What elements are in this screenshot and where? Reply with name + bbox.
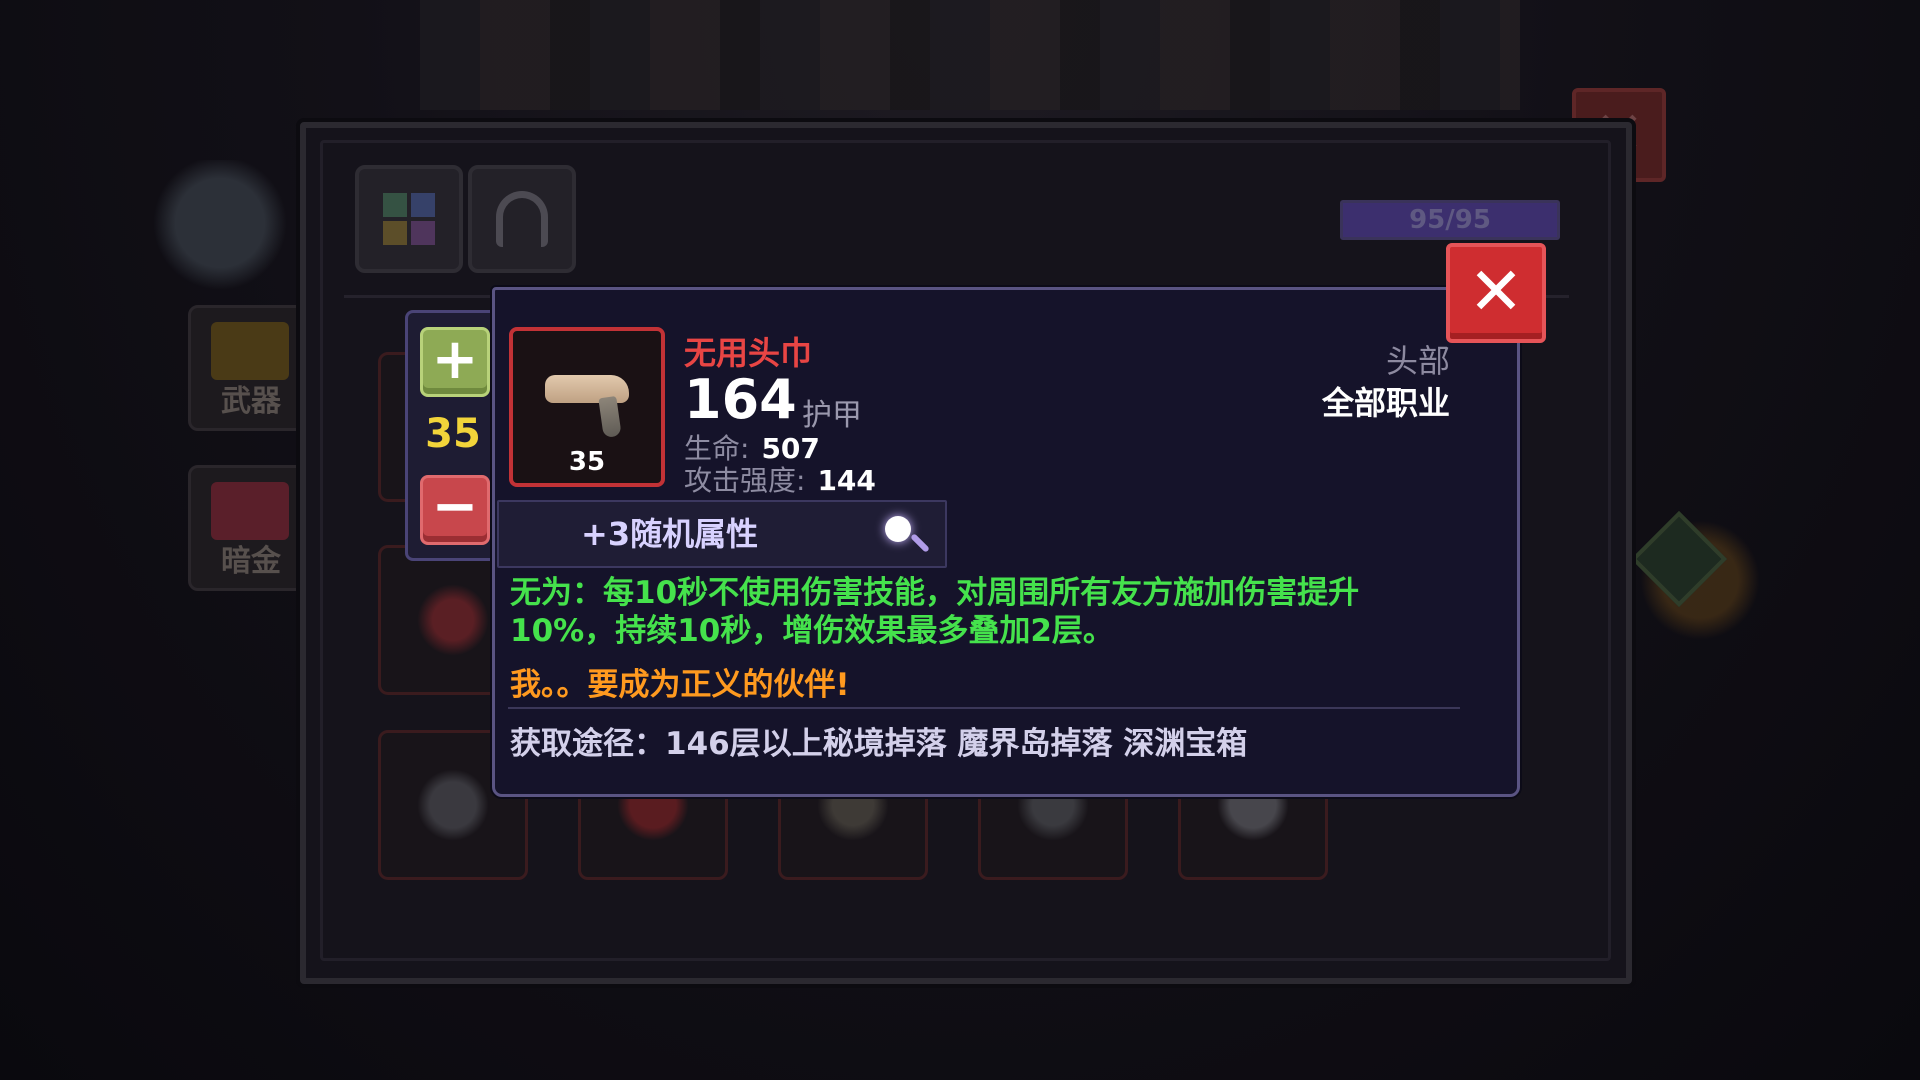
quantity-stepper: + 35 − (405, 310, 501, 561)
inventory-grid-icon (383, 193, 435, 245)
background-character (140, 160, 300, 300)
magnifier-handle (910, 533, 930, 553)
item-flavor-text: 我。。要成为正义的伙伴! (510, 667, 850, 703)
background-wall-decoration (420, 0, 1520, 110)
item-class-type: 全部职业 (1321, 384, 1450, 422)
quantity-value: 35 (425, 411, 481, 457)
stat-row-attack: 攻击强度: 144 (684, 459, 876, 499)
stat-label: 攻击强度: (684, 464, 806, 497)
helmet-icon (496, 191, 548, 247)
tooltip-close-button[interactable]: ✕ (1446, 243, 1546, 343)
capacity-text: 95/95 (1409, 205, 1491, 235)
dark-gold-chest-icon (211, 482, 289, 540)
demon-helm-icon (417, 584, 489, 656)
side-tab-dark-gold[interactable]: 暗金 (188, 465, 314, 591)
item-level: 35 (568, 447, 606, 477)
item-effect-text: 无为：每10秒不使用伤害技能，对周围所有友方施加伤害提升10%，持续10秒，增伤… (510, 575, 1360, 649)
item-source-text: 获取途径：146层以上秘境掉落 魔界岛掉落 深渊宝箱 (510, 726, 1248, 762)
tooltip-divider (508, 707, 1460, 709)
sword-chest-icon (211, 322, 289, 380)
item-slot-type: 头部 (1385, 342, 1450, 380)
random-attribute-label: +3随机属性 (581, 515, 759, 553)
random-attribute-button[interactable]: +3随机属性 (497, 500, 947, 568)
magnifier-icon (885, 516, 911, 542)
tab-equipment[interactable] (468, 165, 576, 273)
item-icon-frame: 35 (509, 327, 665, 487)
side-tab-weapon-label: 武器 (221, 384, 281, 419)
capacity-bar: 95/95 (1340, 200, 1560, 240)
decrease-button[interactable]: − (420, 475, 490, 545)
increase-button[interactable]: + (420, 327, 490, 397)
tab-inventory[interactable] (355, 165, 463, 273)
stat-value: 144 (817, 464, 876, 497)
side-tab-weapon[interactable]: 武器 (188, 305, 314, 431)
skull-hood-icon (417, 769, 489, 841)
armor-value: 164 (684, 368, 797, 431)
side-tab-dark-gold-label: 暗金 (221, 544, 281, 579)
